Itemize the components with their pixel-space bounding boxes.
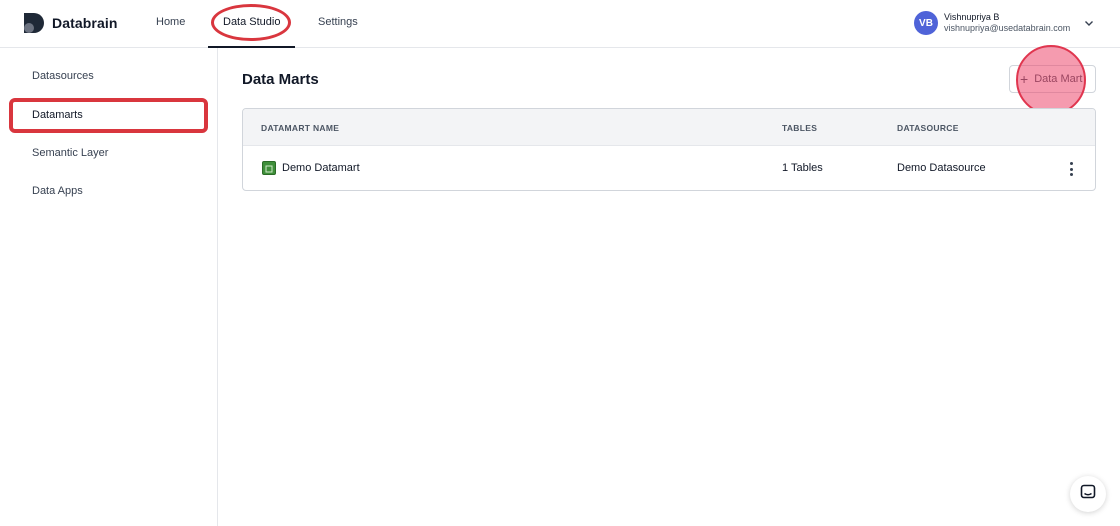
column-header-datasource: DATASOURCE: [897, 123, 959, 133]
add-data-mart-label: Data Mart: [1034, 73, 1083, 85]
table-row[interactable]: Demo Datamart 1 Tables Demo Datasource: [243, 146, 1095, 190]
nav-home[interactable]: Home: [156, 16, 185, 28]
datamart-icon: [262, 161, 276, 175]
sidebar: Datasources Datamarts Semantic Layer Dat…: [0, 48, 218, 526]
avatar: VB: [914, 11, 938, 35]
sidebar-item-datasources[interactable]: Datasources: [32, 70, 94, 82]
user-name: Vishnupriya B: [944, 12, 1000, 22]
data-marts-table: DATAMART NAME TABLES DATASOURCE Demo Dat…: [242, 108, 1096, 191]
annotation-highlight-sidebar: [9, 98, 208, 133]
logo[interactable]: Databrain: [23, 12, 117, 34]
nav-settings[interactable]: Settings: [318, 16, 358, 28]
databrain-logo-icon: [23, 12, 45, 34]
more-options-icon[interactable]: [1065, 161, 1077, 177]
datamart-datasource: Demo Datasource: [897, 162, 986, 174]
sidebar-item-data-apps[interactable]: Data Apps: [32, 185, 83, 197]
sidebar-item-semantic-layer[interactable]: Semantic Layer: [32, 147, 108, 159]
column-header-name: DATAMART NAME: [261, 123, 340, 133]
user-menu[interactable]: VB Vishnupriya B vishnupriya@usedatabrai…: [914, 11, 1070, 35]
app-name: Databrain: [52, 15, 118, 31]
datamart-tables: 1 Tables: [782, 162, 823, 174]
user-email: vishnupriya@usedatabrain.com: [944, 23, 1071, 33]
chevron-down-icon[interactable]: [1082, 16, 1096, 30]
page-title: Data Marts: [242, 71, 319, 88]
chat-icon: [1080, 484, 1096, 505]
chat-support-button[interactable]: [1070, 476, 1106, 512]
table-header: DATAMART NAME TABLES DATASOURCE: [243, 109, 1095, 146]
plus-icon: +: [1020, 71, 1029, 87]
datamart-name[interactable]: Demo Datamart: [282, 162, 360, 174]
annotation-highlight-nav: [211, 4, 291, 41]
top-navbar: Databrain Home Data Studio Settings VB V…: [0, 0, 1120, 48]
active-tab-indicator: [208, 46, 295, 48]
column-header-tables: TABLES: [782, 123, 818, 133]
add-data-mart-button[interactable]: + Data Mart: [1009, 65, 1096, 93]
